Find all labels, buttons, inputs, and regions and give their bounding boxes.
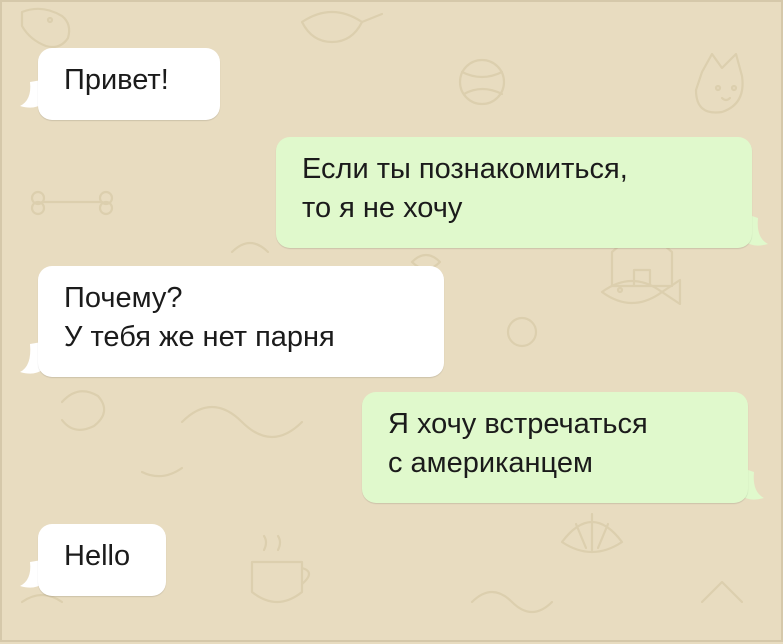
message-text: Hello [64,540,131,572]
message-text: с американцем [388,447,593,479]
bird-icon [300,11,384,44]
fish-icon [600,278,682,306]
bone-icon [30,190,114,216]
message-text: Привет! [64,64,169,96]
message-bubble-incoming[interactable]: Привет! [38,48,220,120]
message-text: то я не хочу [302,192,463,224]
message-bubble-incoming[interactable]: Hello [38,524,166,596]
message-text: Если ты познакомиться, [302,153,628,185]
shell-icon [560,512,624,553]
message-bubble-outgoing[interactable]: Я хочу встречаться с американцем [362,392,748,503]
message-bubble-incoming[interactable]: Почему? У тебя же нет парня [38,266,444,377]
message-text: У тебя же нет парня [64,321,335,353]
ball-icon [458,58,506,106]
chat-area[interactable]: Привет! Если ты познакомиться, то я не х… [0,0,783,642]
cup-icon [250,534,311,604]
cat-icon [694,52,744,114]
message-text: Я хочу встречаться [388,408,648,440]
message-bubble-outgoing[interactable]: Если ты познакомиться, то я не хочу [276,137,752,248]
message-text: Почему? [64,282,183,314]
dog-icon [20,7,71,49]
